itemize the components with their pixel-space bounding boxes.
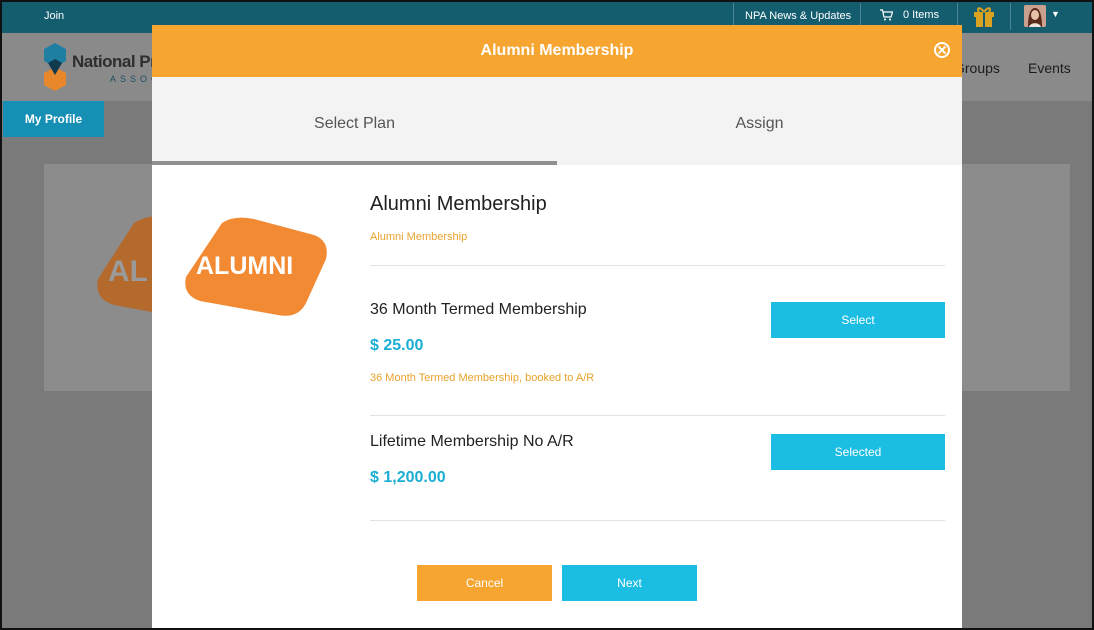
plan-subtitle: Alumni Membership — [370, 231, 468, 243]
join-link[interactable]: Join — [44, 10, 64, 22]
selected-button[interactable]: Selected — [771, 434, 945, 470]
alumni-logo: ALUMNI — [185, 217, 327, 316]
avatar[interactable] — [1024, 5, 1046, 27]
cart-icon — [880, 9, 893, 21]
option-name: 36 Month Termed Membership — [370, 301, 587, 318]
option-price: $ 1,200.00 — [370, 469, 446, 486]
alumni-membership-modal: Alumni Membership Select Plan Assign ALU… — [152, 25, 962, 630]
option-price: $ 25.00 — [370, 337, 424, 354]
cart-link[interactable]: 0 Items — [880, 9, 939, 21]
alumni-badge-background-text: AL — [108, 255, 148, 288]
step-tabs: Select Plan Assign — [152, 77, 962, 165]
step-progress-bar — [152, 161, 557, 165]
option-description: 36 Month Termed Membership, booked to A/… — [370, 372, 595, 384]
plan-title: Alumni Membership — [370, 193, 547, 215]
option-name: Lifetime Membership No A/R — [370, 433, 574, 450]
cancel-button[interactable]: Cancel — [417, 565, 552, 601]
modal-header: Alumni Membership — [152, 25, 962, 77]
logo-icon — [44, 43, 66, 91]
modal-title: Alumni Membership — [480, 42, 634, 59]
select-button[interactable]: Select — [771, 302, 945, 338]
cart-count: 0 Items — [903, 9, 940, 21]
alumni-logo-text: ALUMNI — [196, 252, 293, 280]
nav-item-events[interactable]: Events — [1028, 60, 1071, 76]
logo-text: National Pr — [72, 52, 157, 71]
divider — [370, 520, 945, 521]
next-button[interactable]: Next — [562, 565, 697, 601]
tab-select-plan[interactable]: Select Plan — [152, 77, 557, 165]
divider — [370, 265, 945, 266]
divider — [370, 415, 945, 416]
gift-icon[interactable] — [972, 4, 996, 28]
news-link[interactable]: NPA News & Updates — [745, 10, 851, 22]
my-profile-button[interactable]: My Profile — [3, 101, 104, 137]
tab-assign[interactable]: Assign — [557, 77, 962, 165]
close-icon[interactable] — [934, 42, 950, 58]
divider — [1010, 3, 1011, 30]
chevron-down-icon[interactable]: ▼ — [1051, 9, 1060, 19]
